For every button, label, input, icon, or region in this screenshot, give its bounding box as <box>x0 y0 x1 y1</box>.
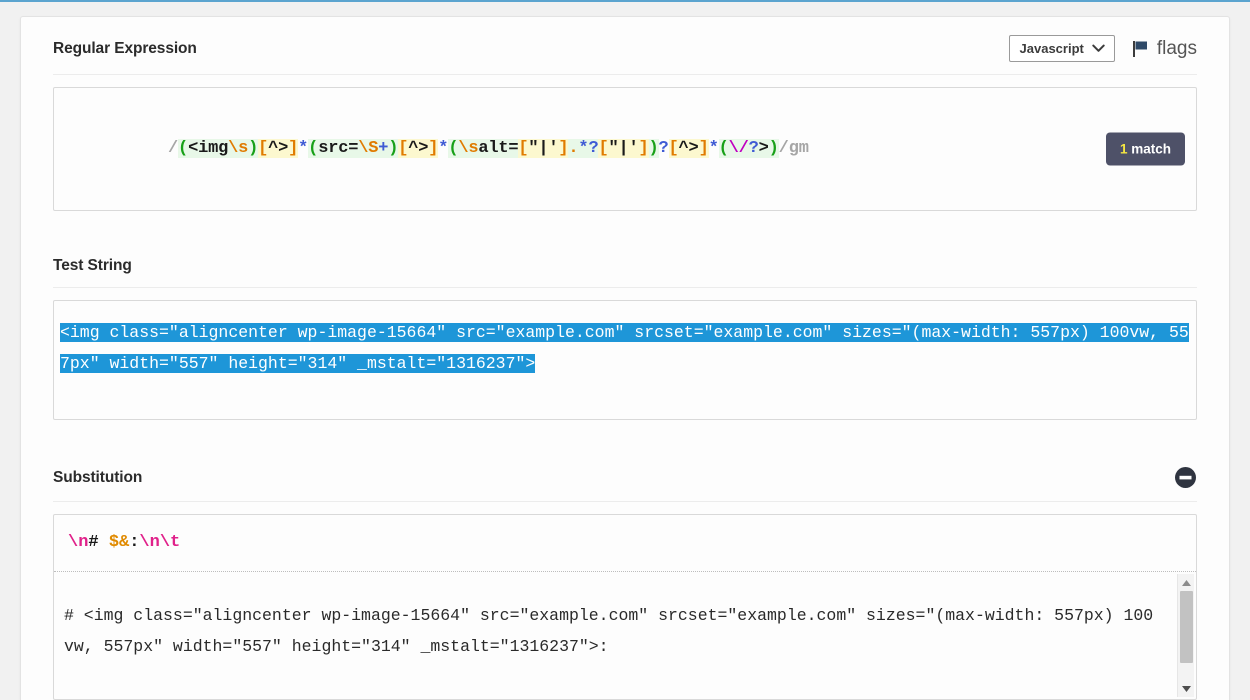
regex-header-controls: Javascript flags <box>1008 35 1197 62</box>
regex-token-33: ] <box>698 139 709 158</box>
regex-token-16: * <box>438 139 449 158</box>
regex-tokens: (<img\s)[^>]*(src=\S+)[^>]*(\salt=["|'].… <box>178 139 779 158</box>
regex-flags-text: gm <box>788 139 809 158</box>
substitution-token-3: $& <box>108 533 130 552</box>
regex-divider <box>53 74 1197 75</box>
regex-token-2: \s <box>228 139 249 158</box>
test-string-title: Test String <box>53 257 132 274</box>
regex-close-delimiter: / <box>778 139 789 158</box>
language-select-value: Javascript <box>1019 41 1084 56</box>
scrollbar-up-arrow[interactable] <box>1181 574 1192 591</box>
collapse-minus-icon[interactable] <box>1174 466 1197 489</box>
test-string-input[interactable]: <img class="aligncenter wp-image-15664" … <box>53 300 1197 420</box>
flags-label: flags <box>1156 37 1197 59</box>
substitution-input[interactable]: \n# $&:\n\t <box>54 515 1196 571</box>
regex-token-10: \S <box>358 139 379 158</box>
regex-tool-card: Regular Expression Javascript flags /(<i… <box>20 16 1230 700</box>
regex-token-12: ) <box>388 139 399 158</box>
substitution-result-text: # <img class="aligncenter wp-image-15664… <box>64 606 1154 656</box>
regex-token-17: ( <box>448 139 459 158</box>
regex-token-23: . <box>568 139 579 158</box>
scrollbar-track[interactable] <box>1178 591 1194 680</box>
triangle-down-icon <box>1181 685 1191 692</box>
substitution-token-6: \t <box>159 533 181 552</box>
substitution-pattern-text: \n# $&:\n\t <box>68 530 180 556</box>
regex-token-21: "|' <box>528 139 559 158</box>
test-string-section: Test String <img class="aligncenter wp-i… <box>31 239 1219 420</box>
match-count-badge: 1 match <box>1105 132 1185 166</box>
regex-input[interactable]: /(<img\s)[^>]*(src=\S+)[^>]*(\salt=["|']… <box>53 87 1197 211</box>
substitution-token-2 <box>99 533 109 552</box>
match-count-label: match <box>1131 141 1171 157</box>
regex-token-39: ) <box>768 139 779 158</box>
regex-token-3: ) <box>248 139 259 158</box>
regular-expression-section: Regular Expression Javascript flags /(<i… <box>31 17 1219 211</box>
match-count-number: 1 <box>1119 141 1128 157</box>
regex-token-29: ) <box>648 139 659 158</box>
regex-token-0: ( <box>178 139 189 158</box>
result-scrollbar[interactable] <box>1177 574 1194 697</box>
scrollbar-thumb[interactable] <box>1180 591 1193 663</box>
regex-section-header: Regular Expression Javascript flags <box>53 17 1197 74</box>
test-string-text: <img class="aligncenter wp-image-15664" … <box>60 317 1190 379</box>
regex-token-14: ^> <box>408 139 429 158</box>
regex-token-13: [ <box>398 139 409 158</box>
substitution-token-4: : <box>129 533 140 552</box>
regex-token-22: ] <box>558 139 569 158</box>
triangle-up-icon <box>1181 579 1191 586</box>
substitution-section: Substitution \n# $&:\n\t # <img class="a… <box>31 448 1219 700</box>
regex-token-30: ? <box>658 139 669 158</box>
regex-token-20: [ <box>518 139 529 158</box>
regex-token-36: \/ <box>728 139 749 158</box>
test-section-header: Test String <box>53 239 1197 287</box>
chevron-down-icon <box>1092 44 1105 52</box>
test-divider <box>53 287 1197 288</box>
regex-token-24: * <box>578 139 589 158</box>
regex-token-15: ] <box>428 139 439 158</box>
flag-icon <box>1132 41 1147 57</box>
regex-token-25: ? <box>588 139 599 158</box>
regex-token-31: [ <box>668 139 679 158</box>
substitution-title: Substitution <box>53 468 143 486</box>
substitution-panel: \n# $&:\n\t # <img class="aligncenter wp… <box>53 514 1197 700</box>
regex-token-9: src= <box>318 139 359 158</box>
regex-token-5: ^> <box>268 139 289 158</box>
regex-token-32: ^> <box>678 139 699 158</box>
regex-token-19: alt= <box>478 139 519 158</box>
regex-token-27: "|' <box>608 139 639 158</box>
substitution-divider <box>53 501 1197 502</box>
match-highlight: <img class="aligncenter wp-image-15664" … <box>60 323 1189 373</box>
regex-token-28: ] <box>638 139 649 158</box>
language-select[interactable]: Javascript <box>1008 35 1115 62</box>
regex-open-delimiter: / <box>168 139 179 158</box>
regex-token-6: ] <box>288 139 299 158</box>
regex-token-4: [ <box>258 139 269 158</box>
regex-token-8: ( <box>308 139 319 158</box>
regex-token-26: [ <box>598 139 609 158</box>
regex-token-7: * <box>298 139 309 158</box>
substitution-section-header: Substitution <box>53 448 1197 501</box>
regex-token-11: + <box>378 139 389 158</box>
substitution-token-1: # <box>88 533 99 552</box>
regex-token-37: ? <box>748 139 759 158</box>
substitution-token-5: \n <box>139 533 160 552</box>
substitution-result-panel: # <img class="aligncenter wp-image-15664… <box>54 571 1196 699</box>
page-title: Regular Expression <box>53 39 197 57</box>
regex-token-38: > <box>758 139 769 158</box>
regex-token-18: \s <box>458 139 479 158</box>
regex-token-34: * <box>708 139 719 158</box>
flags-button[interactable]: flags <box>1131 38 1197 60</box>
regex-token-35: ( <box>718 139 729 158</box>
regex-pattern-text: /(<img\s)[^>]*(src=\S+)[^>]*(\salt=["|']… <box>68 104 809 194</box>
page-container: Regular Expression Javascript flags /(<i… <box>0 2 1250 700</box>
substitution-token-0: \n <box>68 533 89 552</box>
regex-token-1: <img <box>188 139 229 158</box>
